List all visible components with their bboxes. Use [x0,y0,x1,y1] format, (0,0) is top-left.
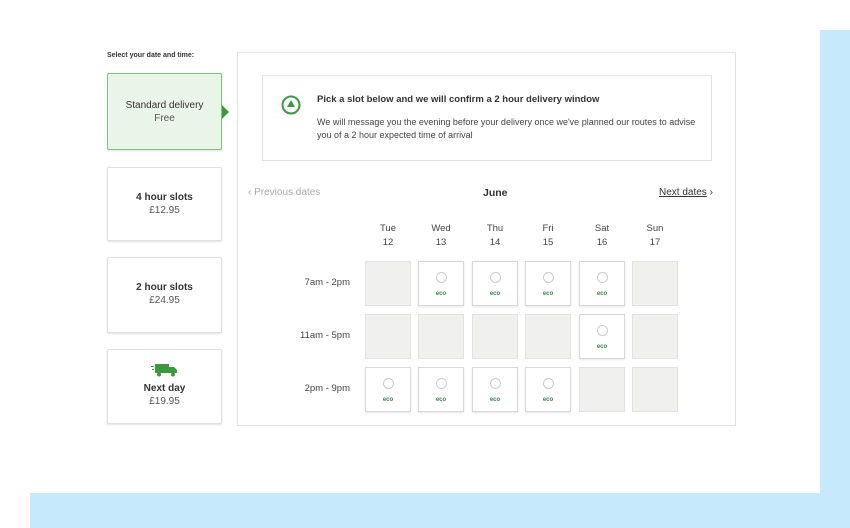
slot-cell-available[interactable]: eco [579,314,625,359]
previous-dates-label: Previous dates [254,187,321,198]
option-price: £24.95 [149,295,180,306]
option-title: 2 hour slots [136,282,193,293]
day-name: Sat [594,223,610,234]
option-title: Next day [143,383,186,394]
radio-circle-icon [436,272,447,283]
day-date: 12 [382,237,394,248]
next-dates-label: Next dates [659,187,707,198]
radio-circle-icon [597,325,608,336]
radio-circle-icon [597,272,608,283]
clock-icon [281,95,301,115]
radio-circle-icon [436,378,447,389]
day-date: 14 [489,237,501,248]
slot-cell-available[interactable]: eco [472,367,518,412]
day-header-fri: Fri 15 [524,222,572,250]
eco-badge: eco [542,291,554,297]
month-label: June [483,187,508,199]
slot-cell-unavailable [632,314,678,359]
slot-cell-available[interactable]: eco [472,261,518,306]
eco-badge: eco [542,397,554,403]
chevron-right-icon: › [709,187,713,198]
option-standard-delivery[interactable]: Standard delivery Free [107,73,222,150]
slot-cell-unavailable [579,367,625,412]
option-title: 4 hour slots [136,192,193,203]
day-header-wed: Wed 13 [417,222,465,250]
slot-cell-available[interactable]: eco [365,367,411,412]
slot-cell-unavailable [418,314,464,359]
radio-circle-icon [490,272,501,283]
day-name: Sun [646,223,664,234]
time-label: 11am - 5pm [300,330,350,341]
time-label: 7am - 2pm [304,277,350,288]
day-name: Wed [431,223,451,234]
slot-cell-available[interactable]: eco [418,367,464,412]
option-price: £12.95 [149,205,180,216]
info-title: Pick a slot below and we will confirm a … [317,94,600,105]
day-name: Fri [542,223,554,234]
day-name: Thu [486,223,504,234]
day-date: 13 [435,237,447,248]
slot-cell-unavailable [632,261,678,306]
day-date: 15 [542,237,554,248]
eco-badge: eco [435,397,447,403]
slot-cell-unavailable [525,314,571,359]
decorative-blue-band-right [820,30,850,528]
select-date-label: Select your date and time: [107,52,195,59]
slot-cell-unavailable [365,261,411,306]
slot-cell-available[interactable]: eco [525,367,571,412]
option-price: Free [154,113,175,124]
eco-badge: eco [596,291,608,297]
day-date: 16 [596,237,608,248]
option-next-day[interactable]: Next day £19.95 [107,349,222,424]
eco-badge: eco [596,344,608,350]
time-label: 2pm - 9pm [304,383,350,394]
info-body: We will message you the evening before y… [317,117,696,140]
option-2-hour-slots[interactable]: 2 hour slots £24.95 [107,257,222,333]
option-price: £19.95 [149,396,180,407]
day-date: 17 [649,237,661,248]
option-4-hour-slots[interactable]: 4 hour slots £12.95 [107,167,222,241]
decorative-blue-band-bottom [30,493,850,528]
selected-arrow-icon [222,105,229,119]
previous-dates-link[interactable]: ‹ Previous dates [248,187,320,198]
radio-circle-icon [383,378,394,389]
truck-icon [150,364,177,377]
day-header-sat: Sat 16 [578,222,626,250]
option-title: Standard delivery [125,100,204,111]
radio-circle-icon [543,378,554,389]
radio-circle-icon [543,272,554,283]
slot-cell-available[interactable]: eco [579,261,625,306]
day-header-tue: Tue 12 [364,222,412,250]
eco-badge: eco [382,397,394,403]
chevron-left-icon: ‹ [248,187,252,198]
eco-badge: eco [435,291,447,297]
day-header-sun: Sun 17 [631,222,679,250]
slot-cell-available[interactable]: eco [418,261,464,306]
day-header-thu: Thu 14 [471,222,519,250]
slot-cell-unavailable [472,314,518,359]
slot-cell-available[interactable]: eco [525,261,571,306]
radio-circle-icon [490,378,501,389]
next-dates-link[interactable]: Next dates › [659,187,713,198]
slot-cell-unavailable [632,367,678,412]
eco-badge: eco [489,291,501,297]
eco-badge: eco [489,397,501,403]
slot-cell-unavailable [365,314,411,359]
day-name: Tue [379,223,397,234]
